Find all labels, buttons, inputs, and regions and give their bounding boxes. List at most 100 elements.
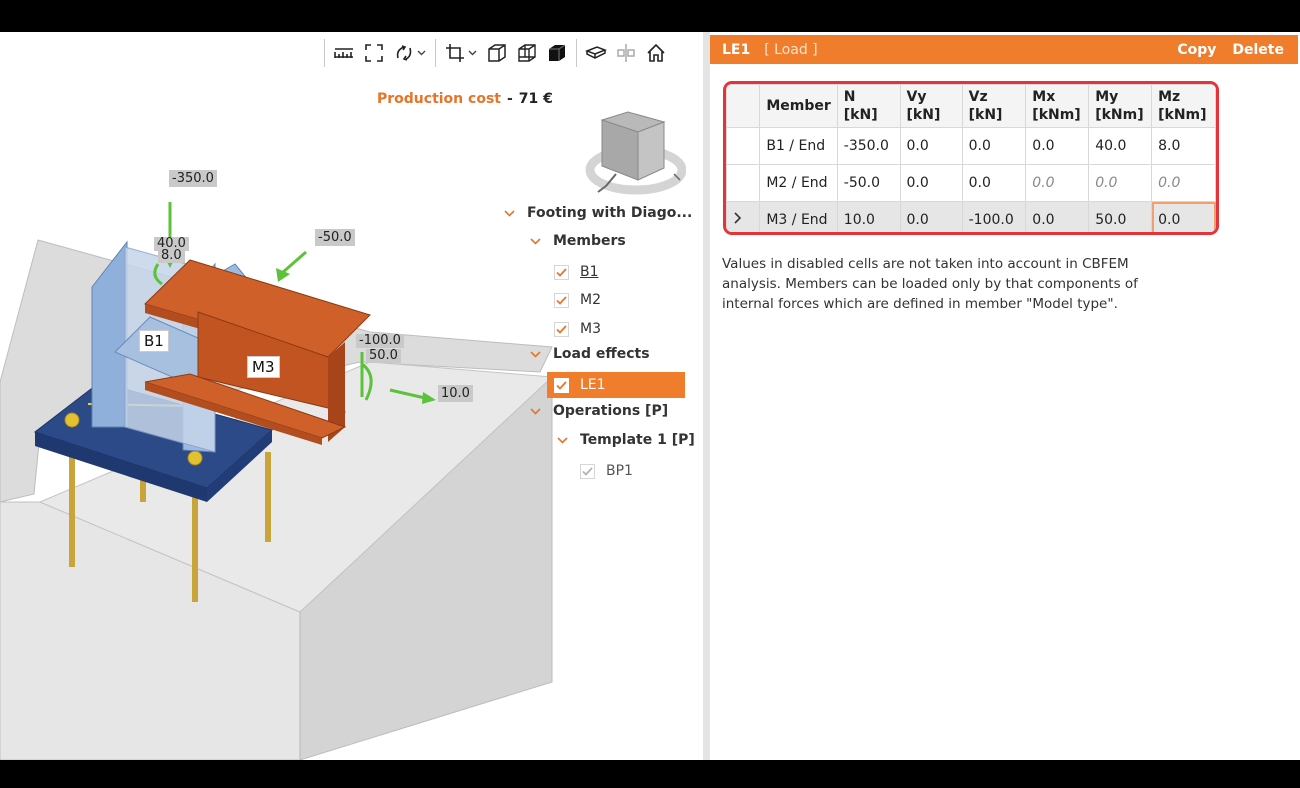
cell-n[interactable]: -50.0 <box>836 164 901 202</box>
tree-root-label: Footing with Diago... <box>527 205 693 221</box>
cell-mx[interactable]: 0.0 <box>1025 127 1090 165</box>
checkbox-checked-disabled-icon <box>580 463 595 479</box>
row-marker <box>726 201 761 232</box>
load-label-b1-n: -350.0 <box>169 170 217 187</box>
home-icon[interactable] <box>641 38 671 68</box>
tree-template-label: Template 1 [P] <box>580 432 695 448</box>
cell-mx-disabled: 0.0 <box>1025 164 1090 202</box>
chevron-down-icon[interactable] <box>527 346 543 362</box>
table-row-active[interactable]: M3 / End 10.0 0.0 -100.0 0.0 50.0 0.0 <box>726 201 1216 232</box>
checkbox-checked-icon[interactable] <box>554 264 569 280</box>
column-header-mz: Mz [kNm] <box>1151 84 1216 128</box>
cell-vz[interactable]: -100.0 <box>961 201 1027 232</box>
3d-viewport[interactable]: Production cost -71 € -350.0 40.0 8.0 -50… <box>0 32 703 760</box>
cell-vz[interactable]: 0.0 <box>961 164 1027 202</box>
chevron-down-icon[interactable] <box>527 233 543 249</box>
load-label-m3-vz: -100.0 <box>356 334 404 348</box>
load-table: Member N [kN] Vy [kN] Vz [kN] Mx [kNm] My [kN… <box>726 84 1216 232</box>
load-label-b1-mz: 8.0 <box>158 249 185 263</box>
table-row[interactable]: B1 / End -350.0 0.0 0.0 0.0 40.0 8.0 <box>726 127 1216 165</box>
row-marker <box>726 164 761 202</box>
panel-title: LE1 <box>722 41 751 58</box>
tree-item-label: M3 <box>580 321 601 337</box>
column-header-my: My [kNm] <box>1088 84 1153 128</box>
column-header-vy: Vy [kN] <box>899 84 963 128</box>
tree-item-label: LE1 <box>580 377 606 393</box>
viewport-toolbar <box>320 38 671 68</box>
tree-load-effects-header[interactable]: Load effects <box>527 341 650 367</box>
toolbar-separator <box>435 39 436 67</box>
chevron-down-icon[interactable] <box>501 205 517 221</box>
member-label-m3[interactable]: M3 <box>247 356 280 378</box>
copy-button[interactable]: Copy <box>1177 42 1216 58</box>
tree-item-load-effect-le1[interactable]: LE1 <box>547 372 685 398</box>
checkbox-checked-icon[interactable] <box>554 321 569 337</box>
navigation-cube-icon[interactable] <box>584 108 686 200</box>
bottom-black-band <box>0 760 1300 788</box>
column-header-mx: Mx [kNm] <box>1025 84 1090 128</box>
table-header-row: Member N [kN] Vy [kN] Vz [kN] Mx [kNm] My [kN… <box>726 84 1216 128</box>
cell-member: M2 / End <box>759 164 838 202</box>
cell-n[interactable]: -350.0 <box>836 127 901 165</box>
tree-template-header[interactable]: Template 1 [P] <box>554 427 695 453</box>
mirror-icon[interactable] <box>611 38 641 68</box>
row-marker <box>726 127 761 165</box>
tree-operations-label: Operations [P] <box>553 403 669 419</box>
load-label-m2-n: -50.0 <box>315 229 355 246</box>
panel-type: [ Load ] <box>764 41 818 58</box>
tree-operations-header[interactable]: Operations [P] <box>527 398 668 424</box>
panel-splitter[interactable] <box>703 32 710 760</box>
toolbar-separator <box>324 39 325 67</box>
crop-dropdown-chevron-icon[interactable] <box>466 38 478 68</box>
chevron-down-icon[interactable] <box>527 403 543 419</box>
load-label-m3-my: 50.0 <box>366 349 401 363</box>
section-icon[interactable] <box>581 38 611 68</box>
column-header-vz: Vz [kN] <box>961 84 1027 128</box>
ruler-icon[interactable] <box>329 38 359 68</box>
tree-item-label: B1 <box>580 264 599 280</box>
cell-my-disabled: 0.0 <box>1088 164 1153 202</box>
checkbox-checked-icon[interactable] <box>554 292 569 308</box>
cell-vy[interactable]: 0.0 <box>899 164 963 202</box>
tree-item-member-m3[interactable]: M3 <box>554 316 601 342</box>
cell-my[interactable]: 50.0 <box>1088 201 1153 232</box>
load-effect-panel: LE1 [ Load ] Copy Delete Member N [kN] Vy… <box>710 32 1300 760</box>
panel-actions: Copy Delete <box>1177 42 1284 58</box>
wireframe-cube-icon[interactable] <box>482 38 512 68</box>
rotate-dropdown-chevron-icon[interactable] <box>415 38 427 68</box>
cell-mx[interactable]: 0.0 <box>1025 201 1090 232</box>
cell-n[interactable]: 10.0 <box>836 201 901 232</box>
cell-mz-disabled: 0.0 <box>1151 164 1216 202</box>
member-label-b1[interactable]: B1 <box>139 330 169 352</box>
tree-item-member-m2[interactable]: M2 <box>554 287 601 313</box>
tree-root[interactable]: Footing with Diago... <box>501 200 692 226</box>
tree-item-member-b1[interactable]: B1 <box>554 259 599 285</box>
production-cost-value: 71 € <box>518 91 553 107</box>
solid-cube-icon[interactable] <box>542 38 572 68</box>
tree-load-effects-label: Load effects <box>553 346 650 362</box>
cell-vy[interactable]: 0.0 <box>899 201 963 232</box>
delete-button[interactable]: Delete <box>1232 42 1284 58</box>
cell-mz-focused[interactable]: 0.0 <box>1151 201 1216 232</box>
column-header-n: N [kN] <box>836 84 901 128</box>
tree-members-label: Members <box>553 233 626 249</box>
column-header-member: Member <box>759 84 838 128</box>
cell-my[interactable]: 40.0 <box>1088 127 1153 165</box>
cell-vy[interactable]: 0.0 <box>899 127 963 165</box>
panel-header: LE1 [ Load ] Copy Delete <box>710 35 1298 64</box>
row-marker-header <box>726 84 761 128</box>
cell-member: B1 / End <box>759 127 838 165</box>
cell-member: M3 / End <box>759 201 838 232</box>
current-row-chevron-icon <box>734 212 742 224</box>
tree-item-template-bp1[interactable]: BP1 <box>580 458 633 484</box>
checkbox-checked-icon[interactable] <box>554 377 569 393</box>
tree-item-label: BP1 <box>606 463 633 479</box>
cell-vz[interactable]: 0.0 <box>961 127 1027 165</box>
cell-mz[interactable]: 8.0 <box>1151 127 1216 165</box>
transparent-cube-icon[interactable] <box>512 38 542 68</box>
chevron-down-icon[interactable] <box>554 432 570 448</box>
fit-view-icon[interactable] <box>359 38 389 68</box>
tree-members-header[interactable]: Members <box>527 228 626 254</box>
table-row[interactable]: M2 / End -50.0 0.0 0.0 0.0 0.0 0.0 <box>726 164 1216 202</box>
load-table-highlight: Member N [kN] Vy [kN] Vz [kN] Mx [kNm] My [kN… <box>723 81 1219 235</box>
